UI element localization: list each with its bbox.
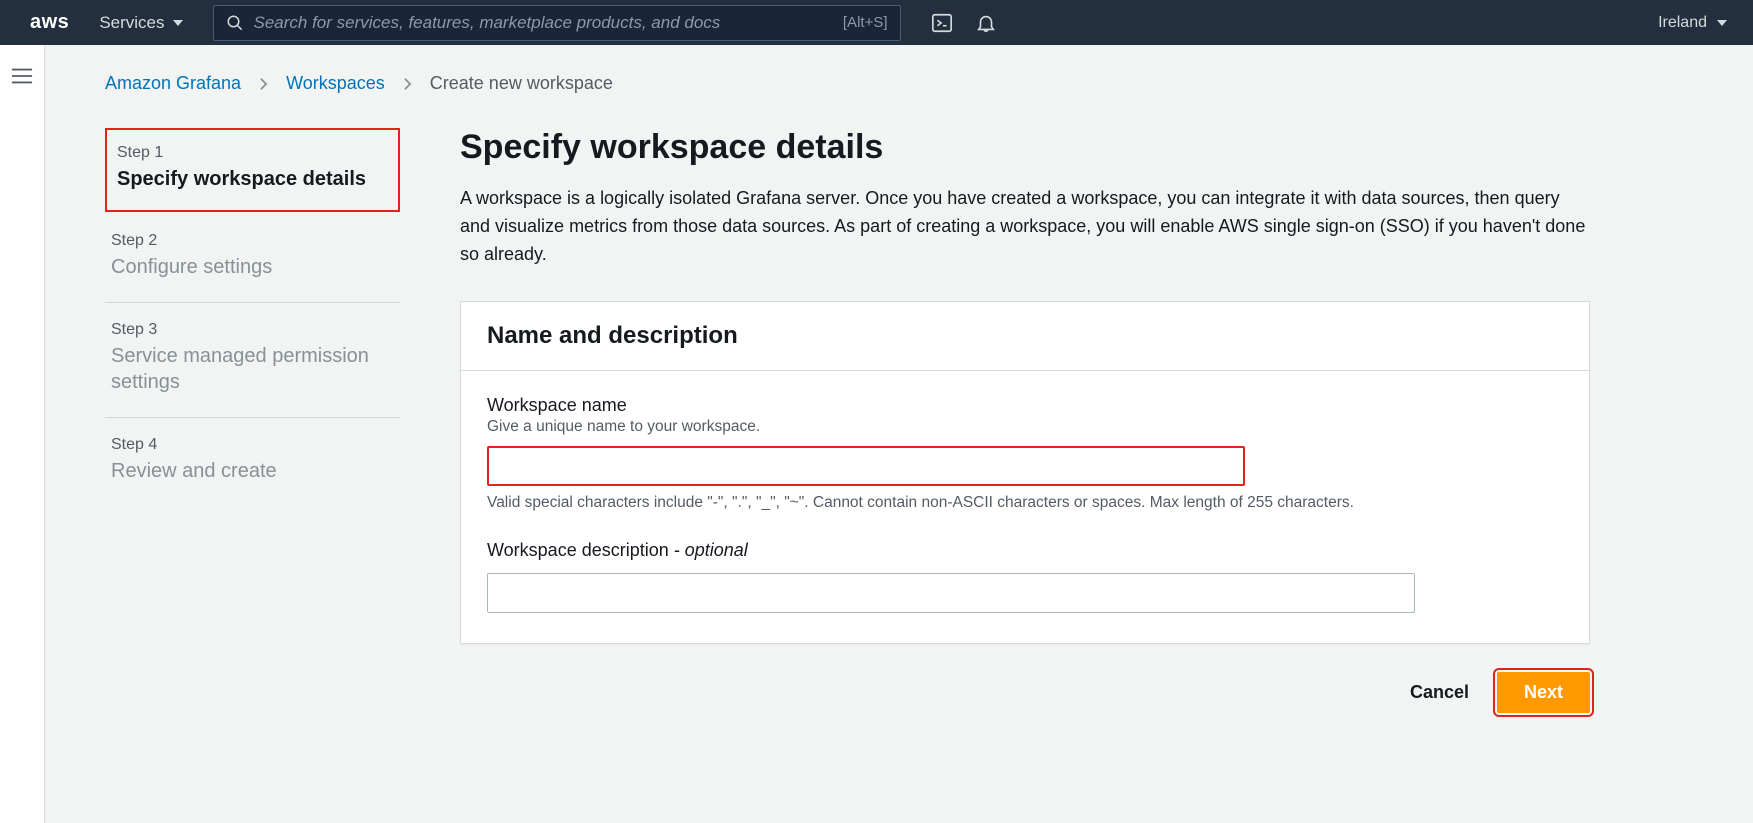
search-input[interactable] [254, 13, 833, 33]
search-icon [226, 14, 244, 32]
chevron-right-icon [403, 77, 412, 91]
workspace-description-input[interactable] [487, 573, 1415, 613]
wizard-main: Specify workspace details A workspace is… [460, 128, 1590, 713]
notifications-icon[interactable] [975, 12, 997, 34]
side-panel-toggle[interactable] [0, 45, 45, 823]
wizard-footer-actions: Cancel Next [460, 644, 1590, 713]
step-label: Step 2 [111, 232, 394, 250]
breadcrumb-current: Create new workspace [430, 73, 613, 94]
workspace-name-help: Valid special characters include "-", ".… [487, 494, 1563, 512]
wizard-step-4[interactable]: Step 4 Review and create [105, 418, 400, 506]
step-title: Configure settings [111, 254, 394, 280]
breadcrumb: Amazon Grafana Workspaces Create new wor… [105, 73, 1693, 94]
step-title: Review and create [111, 458, 394, 484]
region-selector[interactable]: Ireland [1650, 8, 1735, 38]
workspace-name-group: Workspace name Give a unique name to you… [487, 395, 1563, 512]
workspace-name-hint: Give a unique name to your workspace. [487, 418, 1563, 436]
wizard-step-3[interactable]: Step 3 Service managed permission settin… [105, 303, 400, 418]
workspace-name-label: Workspace name [487, 395, 1563, 416]
search-shortcut-hint: [Alt+S] [843, 14, 888, 31]
services-label: Services [99, 13, 164, 33]
region-label: Ireland [1658, 14, 1707, 32]
caret-down-icon [1717, 20, 1727, 26]
page-description: A workspace is a logically isolated Graf… [460, 185, 1590, 269]
step-label: Step 4 [111, 436, 394, 454]
chevron-right-icon [259, 77, 268, 91]
page-title: Specify workspace details [460, 128, 1590, 167]
step-label: Step 1 [117, 144, 388, 162]
wizard-step-1[interactable]: Step 1 Specify workspace details [105, 128, 400, 212]
breadcrumb-workspaces-link[interactable]: Workspaces [286, 73, 385, 94]
panel-title: Name and description [487, 322, 1563, 350]
panel-header: Name and description [461, 302, 1589, 371]
topbar-utility-icons [931, 12, 997, 34]
workspace-description-group: Workspace description - optional [487, 540, 1563, 613]
step-label: Step 3 [111, 321, 394, 339]
wizard-steps: Step 1 Specify workspace details Step 2 … [105, 128, 400, 506]
breadcrumb-root-link[interactable]: Amazon Grafana [105, 73, 241, 94]
workspace-description-label-text: Workspace description [487, 540, 669, 560]
step-title: Service managed permission settings [111, 343, 394, 395]
workspace-description-label: Workspace description - optional [487, 540, 1563, 561]
global-search[interactable]: [Alt+S] [213, 5, 901, 41]
aws-logo[interactable]: aws [30, 11, 69, 34]
main-content: Amazon Grafana Workspaces Create new wor… [45, 45, 1753, 823]
next-button[interactable]: Next [1497, 672, 1590, 713]
top-navigation-bar: aws Services [Alt+S] Ireland [0, 0, 1753, 45]
step-title: Specify workspace details [117, 166, 388, 192]
services-menu-button[interactable]: Services [89, 7, 192, 39]
caret-down-icon [173, 20, 183, 26]
wizard-step-2[interactable]: Step 2 Configure settings [105, 214, 400, 303]
cancel-button[interactable]: Cancel [1404, 672, 1475, 713]
hamburger-icon [11, 67, 33, 85]
workspace-name-input[interactable] [487, 446, 1245, 486]
name-description-panel: Name and description Workspace name Give… [460, 301, 1590, 644]
workspace-description-optional: - optional [669, 540, 748, 560]
cloudshell-icon[interactable] [931, 12, 953, 34]
